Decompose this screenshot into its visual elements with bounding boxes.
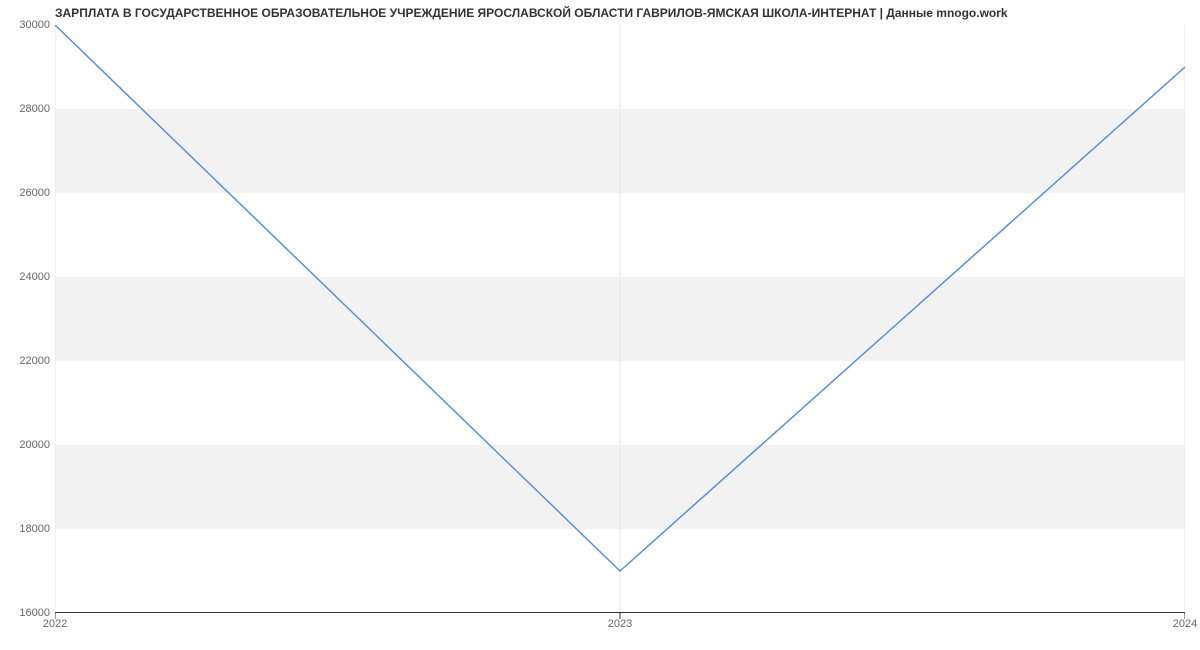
chart-container: ЗАРПЛАТА В ГОСУДАРСТВЕННОЕ ОБРАЗОВАТЕЛЬН… <box>0 0 1200 650</box>
y-tick-label: 30000 <box>5 19 50 31</box>
y-tick-label: 26000 <box>5 187 50 199</box>
plot-area <box>55 25 1185 613</box>
y-tick-label: 18000 <box>5 523 50 535</box>
chart-svg <box>55 25 1185 621</box>
y-tick-label: 22000 <box>5 355 50 367</box>
y-tick-label: 20000 <box>5 439 50 451</box>
x-tick-label: 2023 <box>608 618 632 630</box>
chart-title: ЗАРПЛАТА В ГОСУДАРСТВЕННОЕ ОБРАЗОВАТЕЛЬН… <box>55 6 1008 20</box>
x-tick-label: 2024 <box>1173 618 1197 630</box>
y-tick-label: 24000 <box>5 271 50 283</box>
x-tick-label: 2022 <box>43 618 67 630</box>
y-tick-label: 28000 <box>5 103 50 115</box>
